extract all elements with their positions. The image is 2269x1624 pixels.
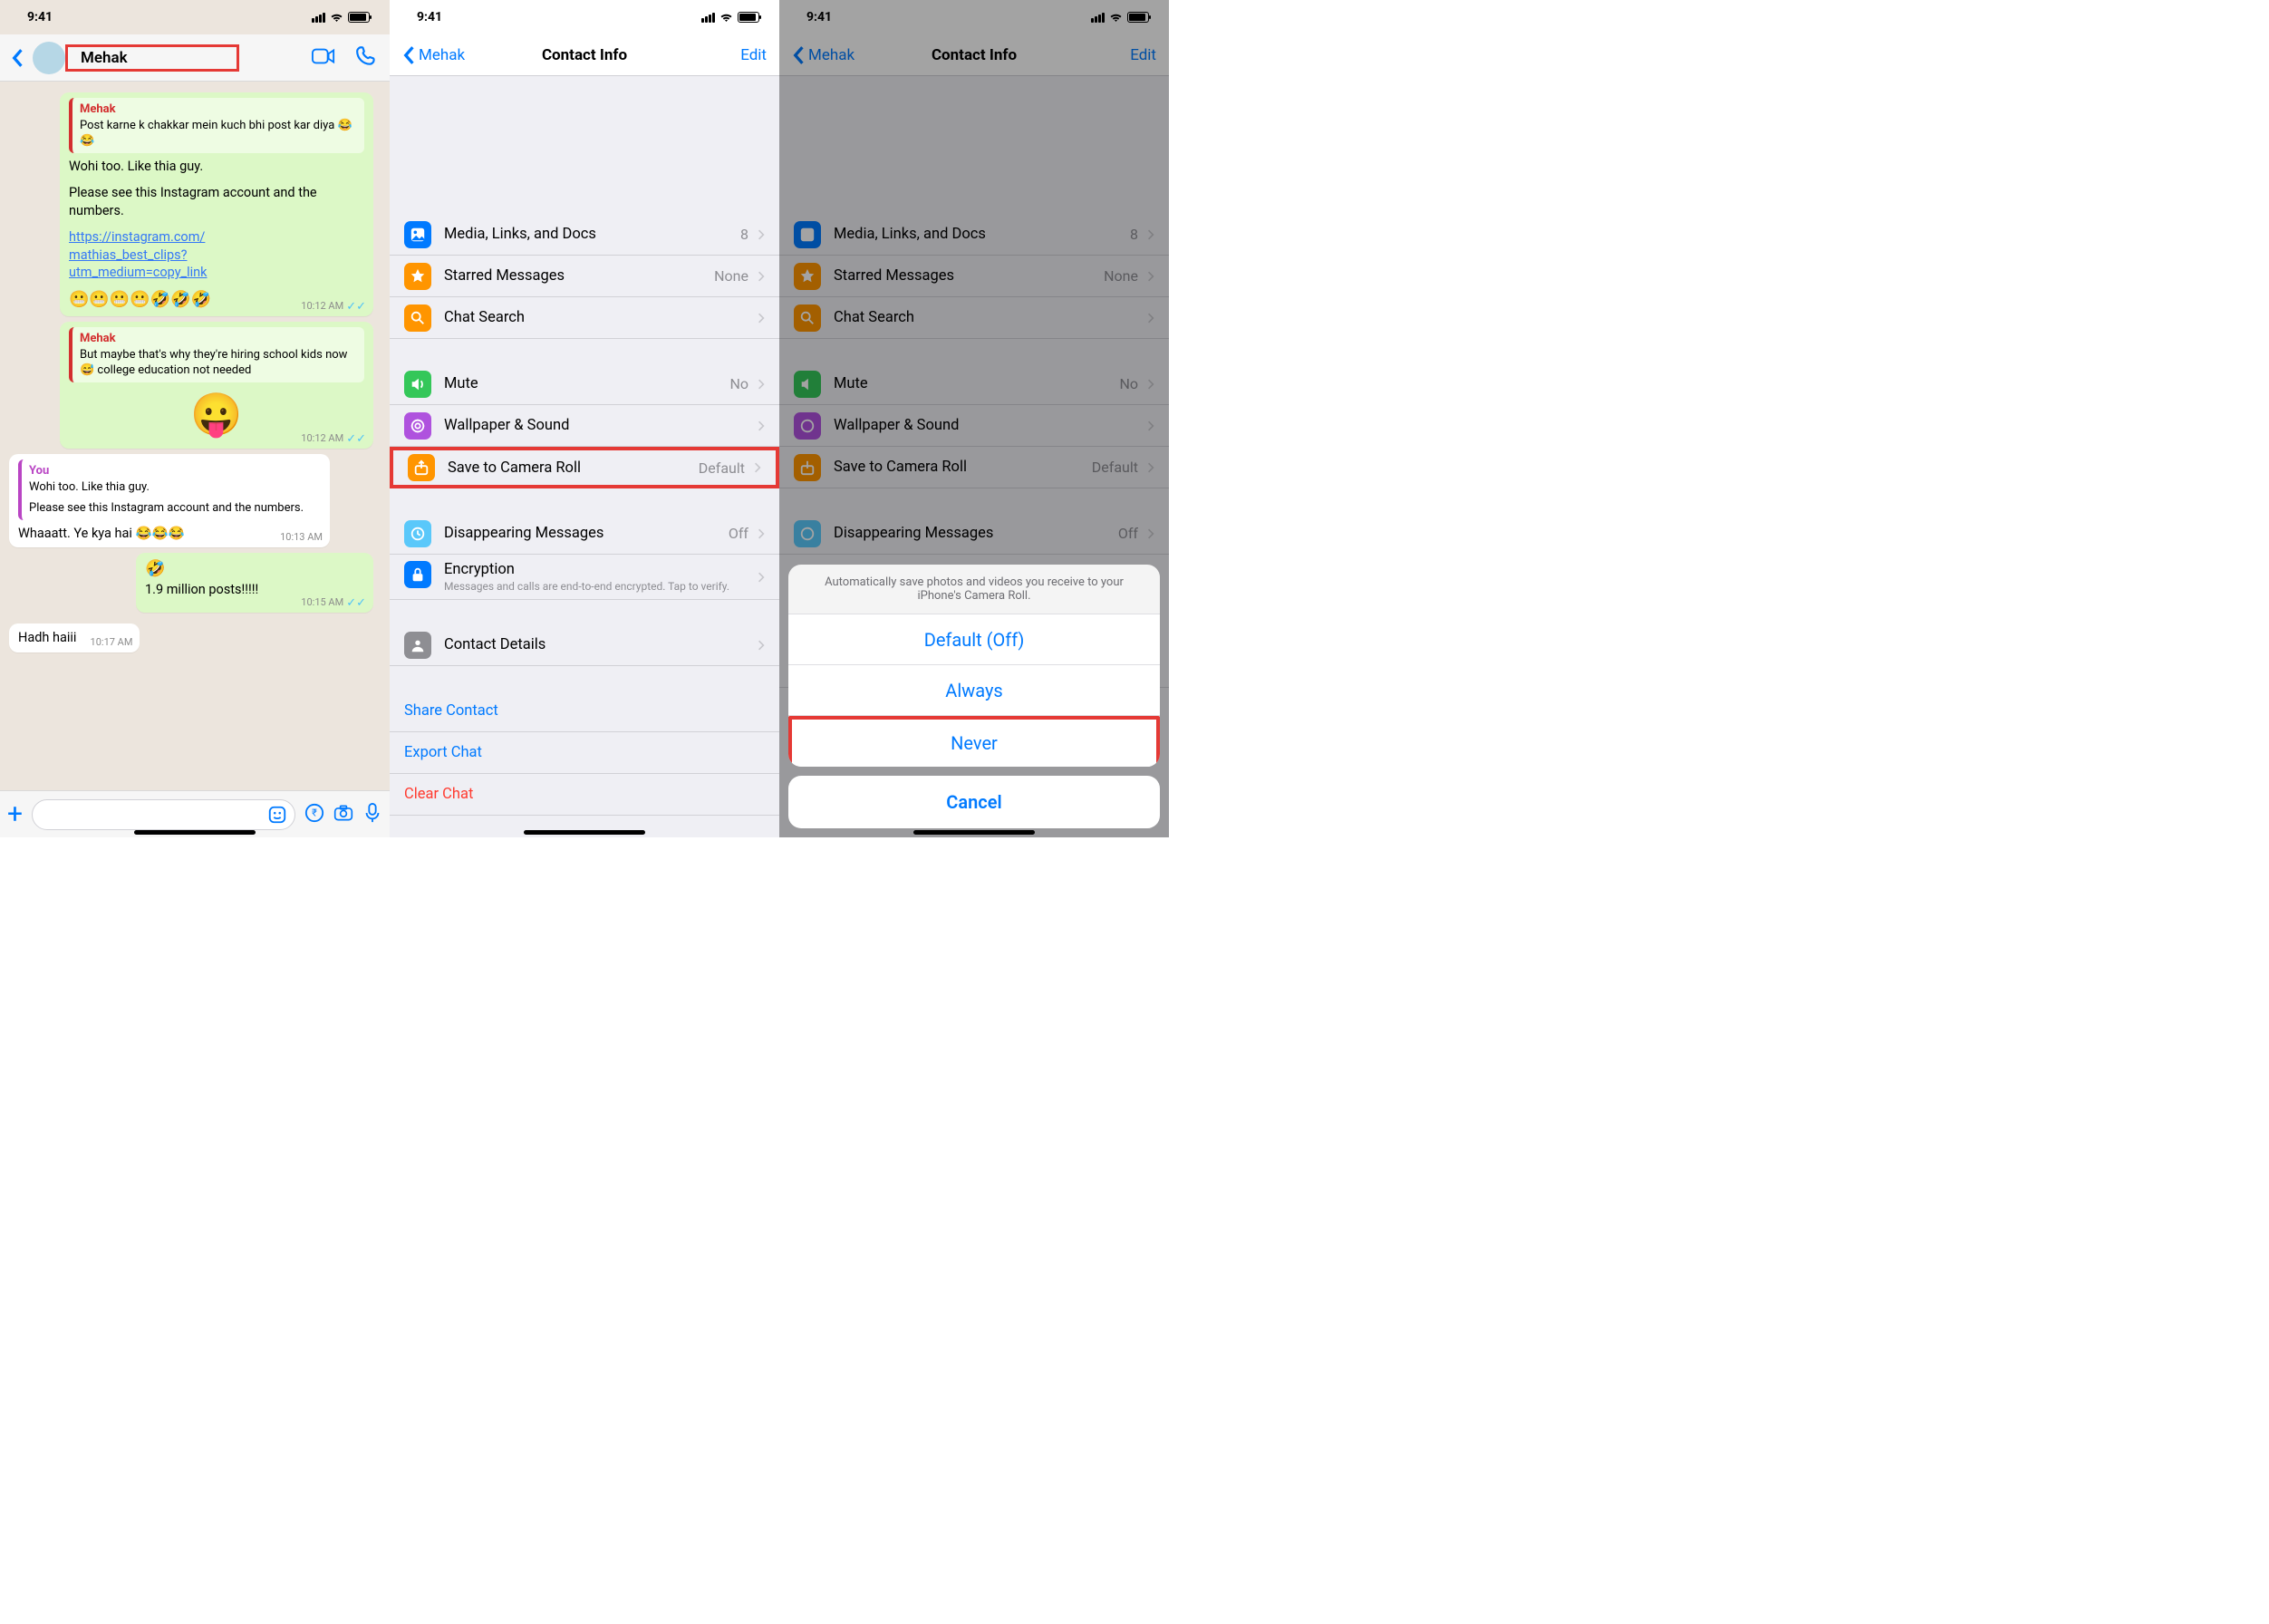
- back-button[interactable]: Mehak: [402, 45, 465, 65]
- message-incoming[interactable]: You Wohi too. Like thia guy. Please see …: [9, 454, 330, 547]
- read-ticks-icon: ✓✓: [346, 433, 366, 445]
- row-save-camera-roll[interactable]: Save to Camera RollDefault: [390, 447, 779, 488]
- reply-quote: Mehak Post karne k chakkar mein kuch bhi…: [69, 98, 364, 153]
- cellular-icon: [701, 13, 715, 23]
- svg-text:₹: ₹: [312, 807, 317, 818]
- camera-button[interactable]: [333, 803, 353, 826]
- chat-scroll[interactable]: Mehak Post karne k chakkar mein kuch bhi…: [0, 82, 390, 790]
- row-contact-details[interactable]: Contact Details: [390, 624, 779, 666]
- rupee-button[interactable]: ₹: [304, 803, 324, 826]
- battery-icon: [348, 12, 370, 23]
- status-bar: 9:41: [0, 0, 390, 34]
- sheet-cancel[interactable]: Cancel: [788, 776, 1160, 828]
- row-encryption[interactable]: EncryptionMessages and calls are end-to-…: [390, 555, 779, 600]
- reply-quote: Mehak But maybe that's why they're hirin…: [69, 327, 364, 382]
- video-call-button[interactable]: [312, 44, 335, 72]
- cellular-icon: [312, 13, 325, 23]
- voice-call-button[interactable]: [355, 44, 379, 72]
- nav-bar: Mehak Contact Info Edit: [390, 34, 779, 76]
- message-outgoing[interactable]: Mehak Post karne k chakkar mein kuch bhi…: [60, 92, 373, 316]
- row-disappearing[interactable]: Disappearing MessagesOff: [390, 513, 779, 555]
- avatar[interactable]: [33, 42, 65, 74]
- action-export-chat[interactable]: Export Chat: [390, 732, 779, 774]
- chat-title[interactable]: Mehak: [81, 49, 128, 67]
- option-default[interactable]: Default (Off): [788, 614, 1160, 665]
- option-always[interactable]: Always: [788, 665, 1160, 716]
- sheet-header: Automatically save photos and videos you…: [788, 565, 1160, 614]
- read-ticks-icon: ✓✓: [346, 597, 366, 609]
- action-clear-chat[interactable]: Clear Chat: [390, 774, 779, 816]
- message-outgoing[interactable]: Mehak But maybe that's why they're hirin…: [60, 322, 373, 449]
- row-starred[interactable]: Starred MessagesNone: [390, 256, 779, 297]
- edit-button[interactable]: Edit: [740, 46, 767, 64]
- action-share-contact[interactable]: Share Contact: [390, 691, 779, 732]
- action-sheet: Automatically save photos and videos you…: [788, 565, 1160, 828]
- attach-button[interactable]: +: [7, 801, 23, 828]
- phone-contact-info: 9:41 Mehak Contact Info Edit Mehak 😊 16 …: [390, 0, 779, 837]
- status-time: 9:41: [27, 10, 53, 24]
- home-indicator: [134, 830, 256, 835]
- link[interactable]: https://instagram.com/: [69, 229, 205, 245]
- home-indicator: [524, 830, 645, 835]
- battery-icon: [738, 12, 759, 23]
- back-button[interactable]: [11, 48, 24, 68]
- row-media[interactable]: Media, Links, and Docs8: [390, 214, 779, 256]
- status-bar: 9:41: [390, 0, 779, 34]
- row-wallpaper[interactable]: Wallpaper & Sound: [390, 405, 779, 447]
- phone-action-sheet: 9:41 MehakContact InfoEdit Mehak 😊16 Feb…: [779, 0, 1169, 837]
- row-mute[interactable]: MuteNo: [390, 363, 779, 405]
- reply-quote: You Wohi too. Like thia guy. Please see …: [18, 459, 321, 520]
- message-incoming[interactable]: Hadh haiii 10:17 AM: [9, 624, 140, 652]
- wifi-icon: [719, 13, 733, 23]
- message-outgoing[interactable]: 🤣 1.9 million posts!!!!! 10:15 AM✓✓: [136, 553, 373, 613]
- mic-button[interactable]: [362, 803, 382, 826]
- option-never[interactable]: Never: [788, 716, 1160, 767]
- row-chat-search[interactable]: Chat Search: [390, 297, 779, 339]
- wifi-icon: [330, 13, 343, 23]
- message-input[interactable]: [32, 799, 295, 830]
- phone-chat: 9:41 Mehak Mehak Post karne k chakkar me…: [0, 0, 390, 837]
- sticker-button[interactable]: [267, 805, 287, 828]
- read-ticks-icon: ✓✓: [346, 301, 366, 313]
